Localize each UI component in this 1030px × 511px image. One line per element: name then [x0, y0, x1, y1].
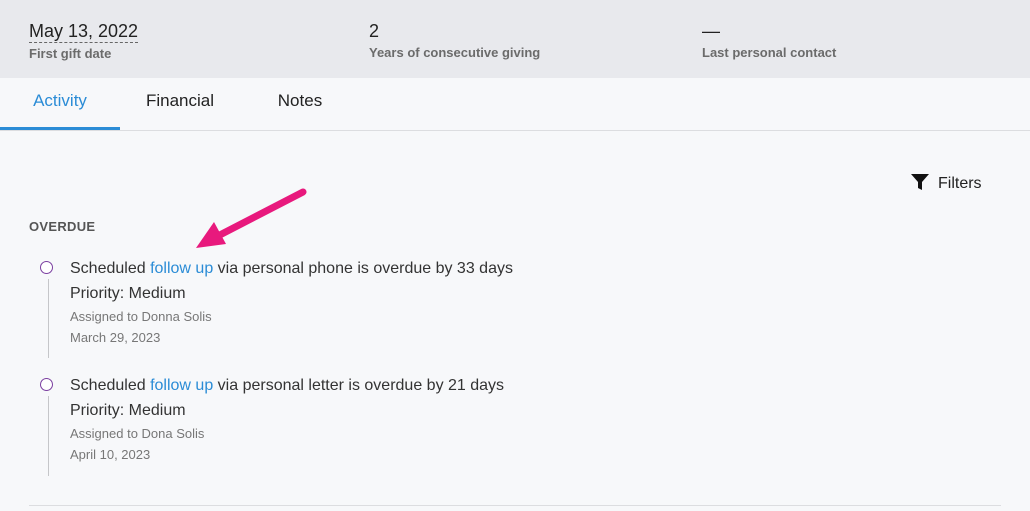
follow-up-link[interactable]: follow up — [150, 377, 213, 394]
last-personal-contact-value: — — [702, 21, 720, 41]
timeline-line — [47, 279, 49, 358]
activity-item-content: Scheduled follow up via personal letter … — [70, 376, 504, 463]
tab-financial[interactable]: Financial — [120, 78, 240, 130]
activity-priority: Priority: Medium — [70, 285, 186, 302]
stat-first-gift-date: May 13, 2022 First gift date — [29, 20, 139, 61]
timeline-dot-icon — [40, 261, 53, 274]
activity-title: Scheduled follow up via personal letter … — [70, 376, 504, 396]
activity-title: Scheduled follow up via personal phone i… — [70, 259, 513, 279]
first-gift-date-value[interactable]: May 13, 2022 — [29, 20, 139, 43]
activity-title-prefix: Scheduled — [70, 260, 151, 277]
divider — [29, 505, 1001, 506]
timeline-line — [47, 396, 49, 476]
filters-label: Filters — [938, 175, 982, 192]
activity-priority: Priority: Medium — [70, 402, 186, 419]
follow-up-link[interactable]: follow up — [150, 260, 213, 277]
activity-title-prefix: Scheduled — [70, 377, 151, 394]
tab-activity[interactable]: Activity — [0, 78, 120, 130]
activity-assigned: Assigned to Donna Solis — [70, 309, 212, 324]
activity-title-suffix: via personal letter is overdue by 21 day… — [213, 377, 505, 394]
activity-assigned: Assigned to Dona Solis — [70, 426, 205, 441]
activity-title-suffix: via personal phone is overdue by 33 days — [213, 260, 513, 277]
activity-date: April 10, 2023 — [70, 447, 151, 462]
activity-item-content: Scheduled follow up via personal phone i… — [70, 259, 513, 346]
summary-stats-bar: May 13, 2022 First gift date 2 Years of … — [0, 0, 1030, 78]
section-label-overdue: OVERDUE — [29, 219, 96, 234]
tab-bar: Activity Financial Notes — [0, 78, 1030, 131]
annotation-arrow-icon — [196, 188, 307, 248]
activity-date: March 29, 2023 — [70, 330, 161, 345]
timeline-dot-icon — [40, 378, 53, 391]
consecutive-giving-label: Years of consecutive giving — [369, 45, 541, 60]
filters-button[interactable]: Filters — [910, 172, 982, 193]
filter-icon — [910, 174, 938, 192]
last-personal-contact-label: Last personal contact — [702, 45, 837, 60]
first-gift-date-label: First gift date — [29, 46, 112, 61]
consecutive-giving-value: 2 — [369, 21, 380, 41]
tab-notes[interactable]: Notes — [240, 78, 360, 130]
stat-last-personal-contact: — Last personal contact — [702, 20, 836, 60]
stat-consecutive-giving: 2 Years of consecutive giving — [369, 20, 540, 60]
